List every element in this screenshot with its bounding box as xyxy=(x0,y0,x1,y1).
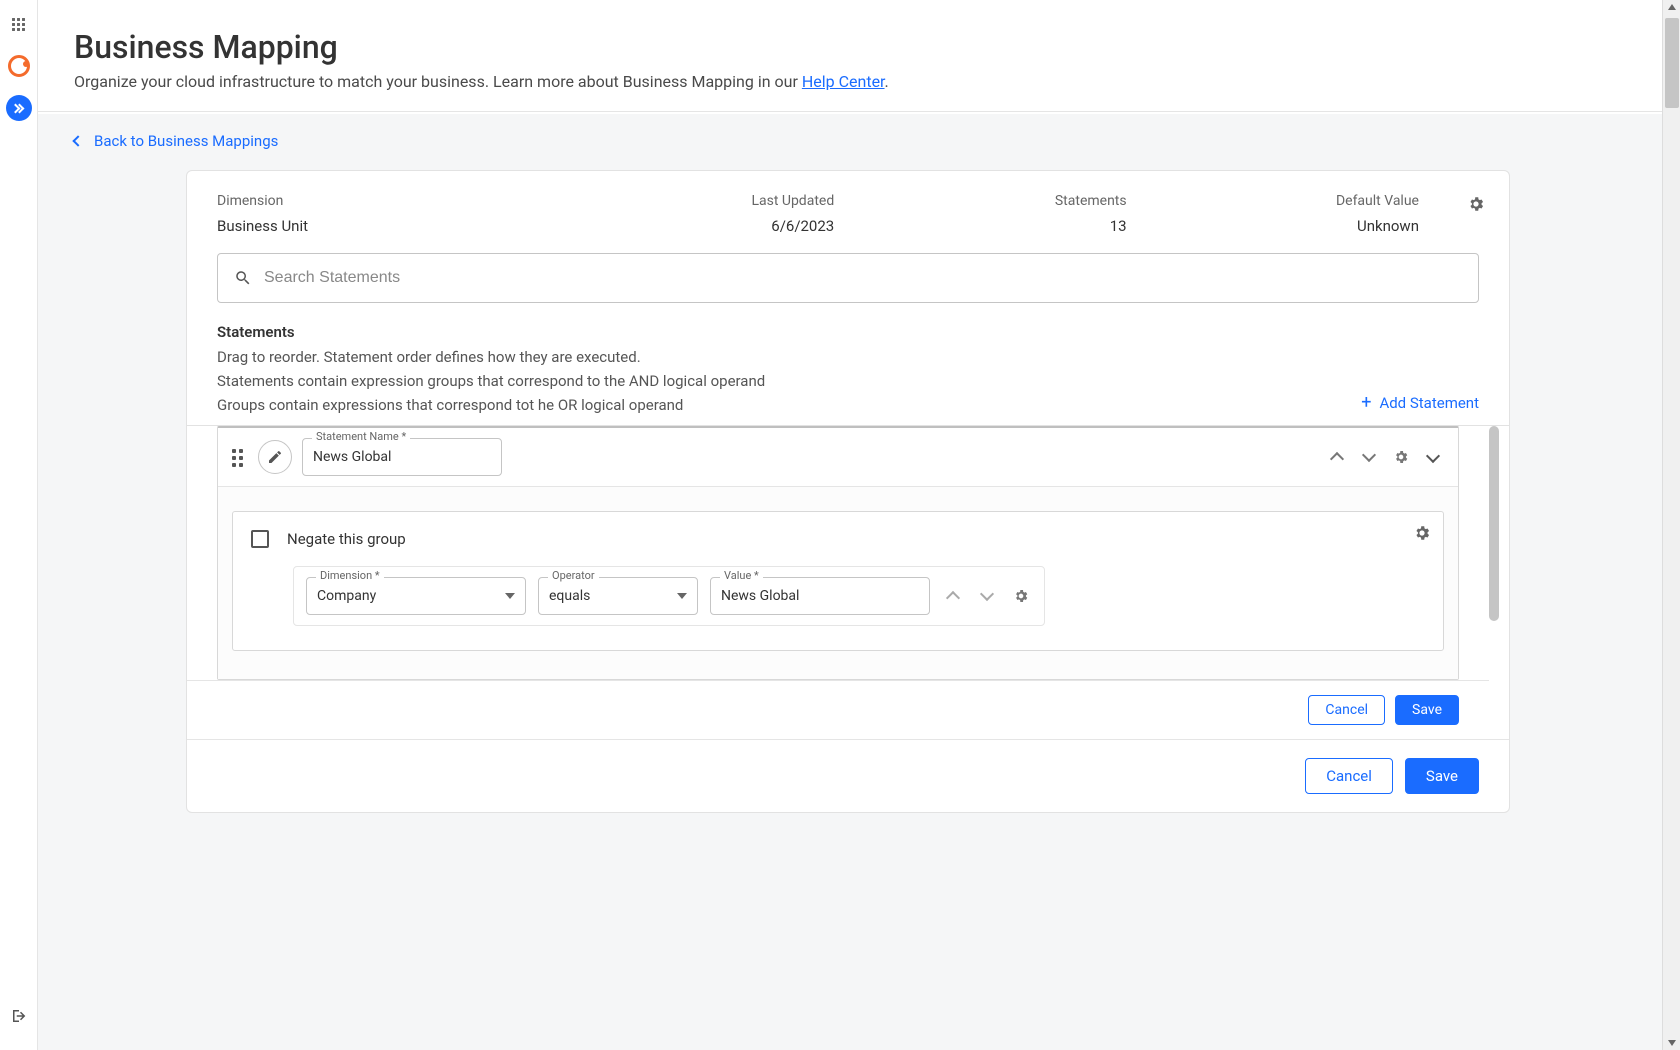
cancel-button[interactable]: Cancel xyxy=(1305,758,1393,794)
card-settings-button[interactable] xyxy=(1467,195,1485,217)
page-scrollbar[interactable] xyxy=(1662,0,1680,1050)
statements-info: Statements Drag to reorder. Statement or… xyxy=(217,323,1361,417)
scroll-up-icon xyxy=(1668,4,1676,10)
dimension-select[interactable]: Company xyxy=(306,577,526,615)
move-up-button[interactable] xyxy=(1326,446,1348,468)
add-statement-button[interactable]: + Add Statement xyxy=(1361,392,1479,413)
last-updated-value: 6/6/2023 xyxy=(542,217,834,235)
statement-cancel-button[interactable]: Cancel xyxy=(1308,695,1385,725)
scroll-down-icon xyxy=(1668,1040,1676,1046)
dimension-label: Dimension xyxy=(217,193,542,209)
group-settings-button[interactable] xyxy=(1413,524,1431,546)
dropdown-arrow-icon xyxy=(505,593,515,599)
summary-row: Dimension Business Unit Last Updated 6/6… xyxy=(187,193,1509,253)
apps-grid-icon[interactable] xyxy=(5,10,33,38)
dropdown-arrow-icon xyxy=(677,593,687,599)
chevron-left-icon xyxy=(72,135,83,146)
last-updated-label: Last Updated xyxy=(542,193,834,209)
statements-count-label: Statements xyxy=(834,193,1126,209)
statements-count-value: 13 xyxy=(834,217,1126,235)
edit-statement-button[interactable] xyxy=(258,440,292,474)
logout-icon[interactable] xyxy=(5,1002,33,1030)
statement-name-input[interactable]: News Global xyxy=(302,438,502,476)
page-title: Business Mapping xyxy=(74,28,1644,66)
negate-group-checkbox[interactable] xyxy=(251,530,269,548)
collapse-toggle[interactable] xyxy=(1422,446,1444,468)
statement-block: Statement Name * News Global xyxy=(217,426,1459,680)
expr-move-up-button[interactable] xyxy=(942,585,964,607)
statement-save-button[interactable]: Save xyxy=(1395,695,1459,725)
operator-select[interactable]: equals xyxy=(538,577,698,615)
left-sidebar xyxy=(0,0,38,1050)
expression-row: Dimension * Company Operator e xyxy=(293,566,1045,626)
expr-move-down-button[interactable] xyxy=(976,585,998,607)
mapping-card: Dimension Business Unit Last Updated 6/6… xyxy=(186,170,1510,813)
drag-handle-icon[interactable] xyxy=(232,449,248,465)
main-content: Back to Business Mappings Dimension Busi… xyxy=(38,114,1680,1050)
value-input[interactable]: News Global xyxy=(710,577,930,615)
dimension-value: Business Unit xyxy=(217,217,542,235)
expr-settings-button[interactable] xyxy=(1010,585,1032,607)
scrollbar-thumb[interactable] xyxy=(1665,18,1679,108)
help-center-link[interactable]: Help Center xyxy=(802,72,885,91)
plus-icon: + xyxy=(1361,392,1371,413)
statements-scrollbar[interactable] xyxy=(1489,426,1499,621)
move-down-button[interactable] xyxy=(1358,446,1380,468)
save-button[interactable]: Save xyxy=(1405,758,1479,794)
brand-logo-icon[interactable] xyxy=(5,52,33,80)
search-icon xyxy=(234,269,252,287)
default-value-label: Default Value xyxy=(1127,193,1419,209)
statement-settings-button[interactable] xyxy=(1390,446,1412,468)
page-header: Business Mapping Organize your cloud inf… xyxy=(38,0,1680,112)
negate-group-label: Negate this group xyxy=(287,530,406,548)
expand-sidebar-button[interactable] xyxy=(5,94,33,122)
back-link[interactable]: Back to Business Mappings xyxy=(74,132,278,150)
search-input[interactable] xyxy=(264,269,1462,287)
page-subtitle: Organize your cloud infrastructure to ma… xyxy=(74,72,1644,91)
search-statements-box[interactable] xyxy=(217,253,1479,303)
default-value-value: Unknown xyxy=(1127,217,1419,235)
expression-group: Negate this group Dimension * Company xyxy=(232,511,1444,651)
